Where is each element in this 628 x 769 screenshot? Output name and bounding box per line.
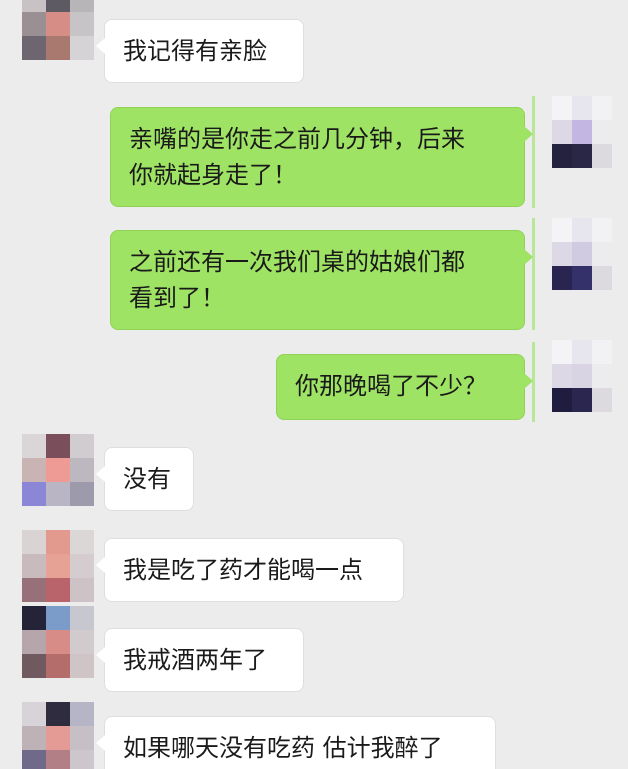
outgoing-marker	[532, 96, 535, 208]
message-bubble-1[interactable]: 我记得有亲脸	[96, 19, 304, 83]
message-bubble-7[interactable]: 我戒酒两年了	[96, 628, 304, 692]
message-bubble-3[interactable]: 之前还有一次我们桌的姑娘们都 看到了！	[110, 230, 533, 330]
message-text-5: 没有	[123, 465, 171, 493]
self-avatar[interactable]	[552, 340, 612, 412]
message-bubble-6[interactable]: 我是吃了药才能喝一点	[96, 538, 404, 602]
self-avatar[interactable]	[552, 96, 612, 168]
chat-area[interactable]: 我记得有亲脸 亲嘴的是你走之前几分钟，后来 你就起身走了！ 之前还有一次我们桌的…	[0, 0, 628, 769]
message-bubble-4[interactable]: 你那晚喝了不少？	[276, 354, 533, 420]
message-text-7: 我戒酒两年了	[123, 646, 267, 674]
message-text-8: 如果哪天没有吃药 估计我醉了	[123, 734, 443, 762]
contact-avatar[interactable]	[22, 0, 94, 60]
message-text-6: 我是吃了药才能喝一点	[123, 556, 363, 584]
outgoing-marker	[532, 218, 535, 330]
message-bubble-8[interactable]: 如果哪天没有吃药 估计我醉了	[96, 716, 496, 769]
message-text-4: 你那晚喝了不少？	[295, 372, 487, 400]
message-text-1: 我记得有亲脸	[123, 37, 267, 65]
message-text-2: 亲嘴的是你走之前几分钟，后来 你就起身走了！	[129, 125, 465, 189]
contact-avatar[interactable]	[22, 434, 94, 506]
contact-avatar[interactable]	[22, 702, 94, 769]
contact-avatar[interactable]	[22, 530, 94, 602]
message-bubble-5[interactable]: 没有	[96, 447, 194, 511]
message-text-3: 之前还有一次我们桌的姑娘们都 看到了！	[129, 248, 465, 312]
self-avatar[interactable]	[552, 218, 612, 290]
message-bubble-2[interactable]: 亲嘴的是你走之前几分钟，后来 你就起身走了！	[110, 107, 533, 207]
contact-avatar[interactable]	[22, 606, 94, 678]
